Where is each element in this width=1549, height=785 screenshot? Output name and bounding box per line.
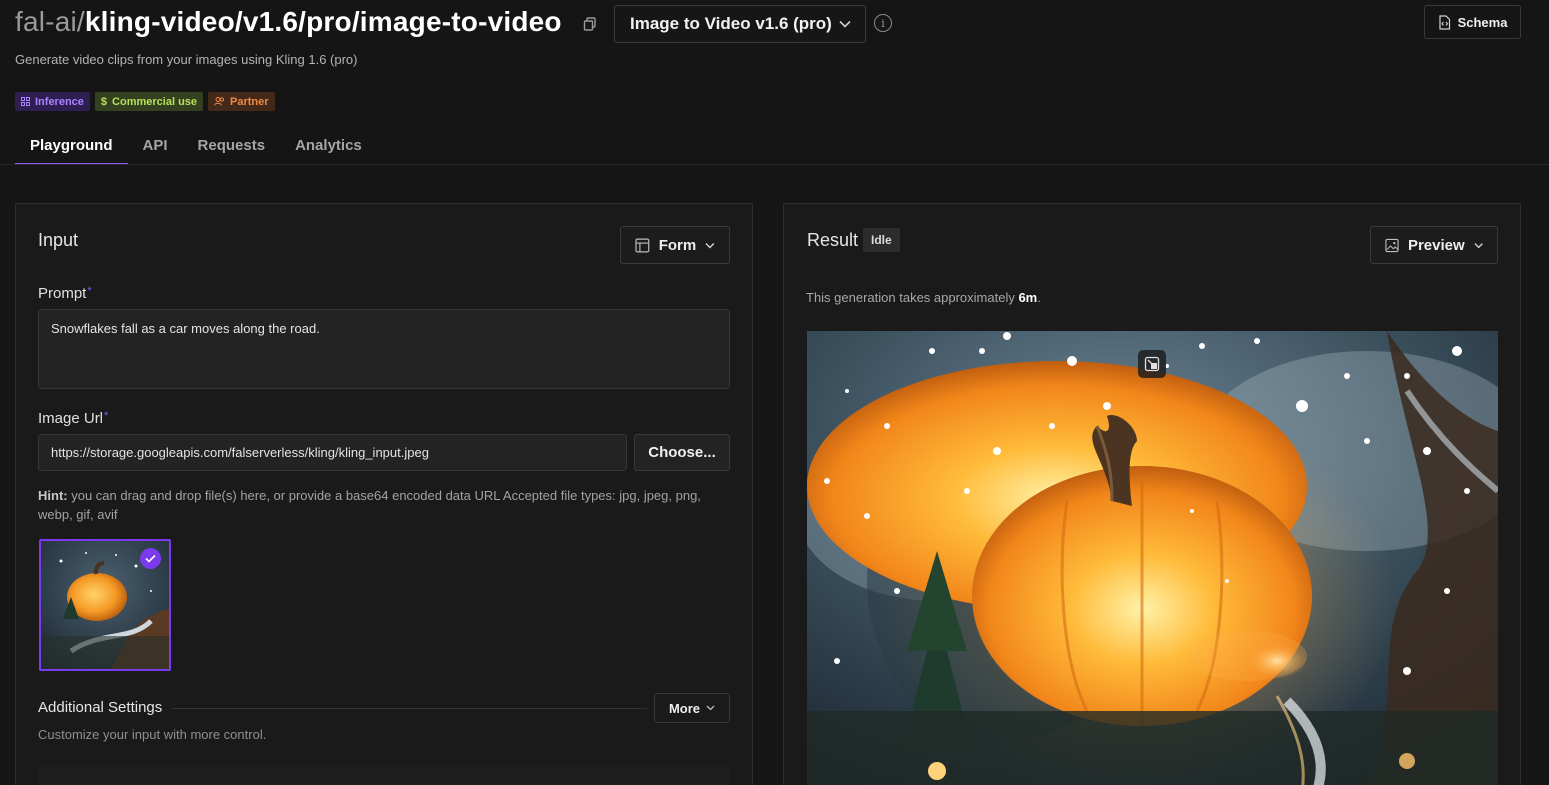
additional-settings-description: Customize your input with more control.	[38, 727, 267, 742]
pumpkin-scene-image	[807, 331, 1498, 785]
users-icon	[214, 97, 225, 106]
more-label: More	[668, 700, 701, 716]
commercial-badge-label: Commercial use	[112, 95, 198, 108]
form-mode-select[interactable]: Form	[620, 226, 730, 264]
info-icon[interactable]: i	[874, 14, 892, 32]
upload-hint: Hint: you can drag and drop file(s) here…	[38, 486, 728, 524]
prompt-label-text: Prompt	[38, 285, 87, 302]
preview-mode-label: Preview	[1407, 236, 1465, 254]
hint-bold: Hint:	[38, 488, 68, 503]
more-settings-button[interactable]: More	[654, 693, 730, 723]
selected-check	[140, 548, 161, 569]
status-badge: Idle	[863, 228, 900, 252]
commercial-badge: $ Commercial use	[94, 92, 204, 111]
prompt-textarea[interactable]: Snowflakes fall as a car moves along the…	[38, 309, 730, 389]
image-url-label-text: Image Url	[38, 410, 104, 427]
tab-api[interactable]: API	[128, 128, 183, 165]
gen-note-prefix: This generation takes approximately	[806, 290, 1019, 305]
additional-settings-title: Additional Settings	[38, 699, 163, 716]
result-preview-image	[807, 331, 1498, 785]
schema-button[interactable]: Schema	[1424, 5, 1521, 39]
result-title: Result	[807, 230, 859, 250]
page-title: fal-ai/kling-video/v1.6/pro/image-to-vid…	[15, 6, 562, 38]
tabs-divider	[0, 164, 1549, 165]
gen-note-suffix: .	[1037, 290, 1041, 305]
inference-badge: Inference	[15, 92, 90, 111]
schema-label: Schema	[1457, 14, 1508, 30]
chevron-down-icon	[839, 20, 851, 28]
tab-requests[interactable]: Requests	[183, 128, 281, 165]
copy-icon	[583, 17, 596, 31]
badge-row: Inference $ Commercial use Partner	[15, 92, 275, 111]
generation-time-note: This generation takes approximately 6m.	[806, 290, 1041, 305]
partner-badge: Partner	[208, 92, 275, 111]
dollar-icon: $	[100, 95, 108, 108]
expand-button[interactable]	[1138, 350, 1166, 378]
page-subtitle: Generate video clips from your images us…	[15, 52, 358, 67]
chevron-down-icon	[706, 705, 715, 711]
image-url-input[interactable]: https://storage.googleapis.com/falserver…	[38, 434, 627, 471]
image-url-label: Image Url*	[38, 410, 108, 427]
prompt-label: Prompt*	[38, 285, 92, 302]
gen-note-time: 6m	[1018, 290, 1038, 305]
layout-icon	[635, 238, 650, 252]
form-mode-label: Form	[658, 236, 697, 254]
additional-settings-body	[38, 765, 730, 785]
inference-badge-label: Inference	[35, 95, 84, 108]
chevron-down-icon	[1474, 242, 1483, 248]
expand-icon	[1144, 356, 1160, 372]
tab-playground[interactable]: Playground	[15, 128, 128, 165]
version-select-label: Image to Video v1.6 (pro)	[630, 14, 832, 33]
required-mark: *	[104, 410, 109, 422]
copy-button[interactable]	[580, 14, 600, 34]
image-icon	[1385, 238, 1399, 252]
tab-analytics[interactable]: Analytics	[280, 128, 377, 165]
tab-bar: Playground API Requests Analytics	[15, 128, 377, 165]
partner-badge-label: Partner	[230, 95, 269, 108]
preview-mode-select[interactable]: Preview	[1370, 226, 1498, 264]
hint-text: you can drag and drop file(s) here, or p…	[38, 488, 701, 522]
grid-icon	[21, 97, 30, 106]
title-slug: kling-video/v1.6/pro/image-to-video	[84, 6, 562, 37]
choose-file-button[interactable]: Choose...	[634, 434, 730, 471]
chevron-down-icon	[705, 242, 715, 248]
required-mark: *	[87, 285, 92, 297]
version-select[interactable]: Image to Video v1.6 (pro)	[614, 5, 866, 43]
additional-settings-divider	[172, 708, 647, 709]
title-owner: fal-ai/	[15, 6, 85, 37]
code-file-icon	[1438, 14, 1450, 30]
input-title: Input	[38, 230, 79, 250]
check-icon	[145, 554, 156, 563]
